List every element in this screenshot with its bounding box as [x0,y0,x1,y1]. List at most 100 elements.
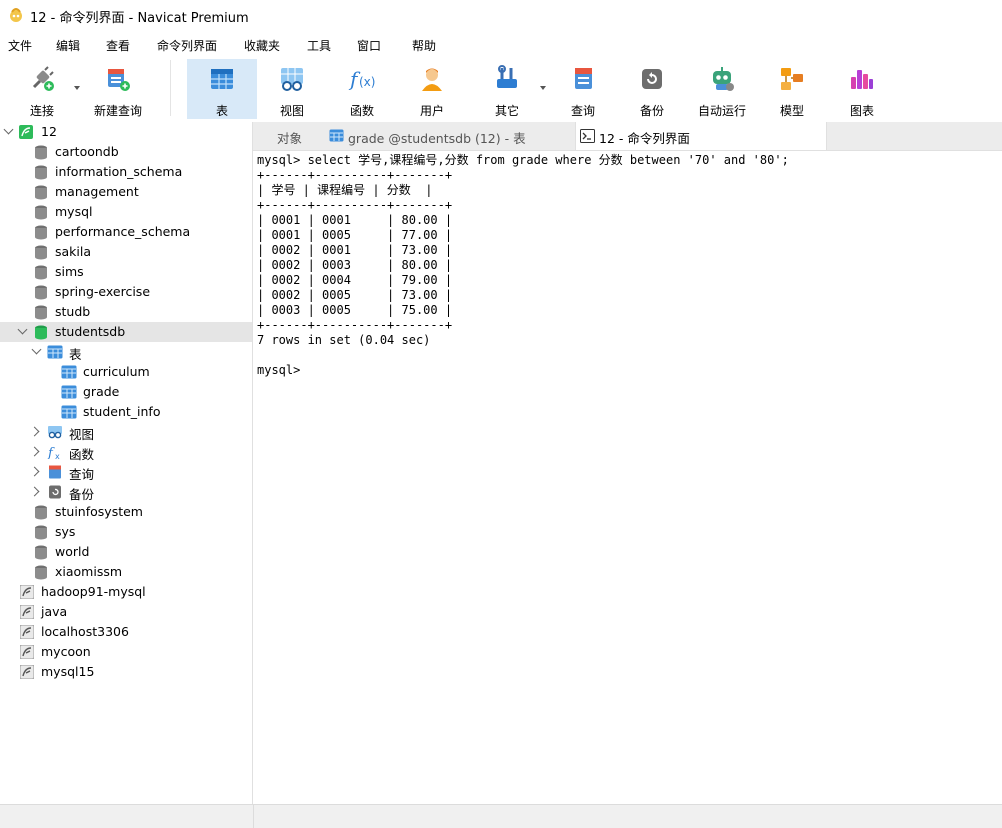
title-bar: 12 - 命令列界面 - Navicat Premium [0,0,1002,32]
tree-label: studb [55,304,91,319]
tree-db-6[interactable]: sims [0,262,252,282]
database-icon [35,525,47,540]
tree-table-2[interactable]: student_info [0,402,252,422]
tables-folder-icon [47,345,63,359]
tree-db-2[interactable]: management [0,182,252,202]
tree-label: 视图 [69,427,95,442]
tree-db-1[interactable]: information_schema [0,162,252,182]
menu-bar: 文件 编辑 查看 命令列界面 收藏夹 工具 窗口 帮助 [0,32,1002,56]
connect-label: 连接 [29,104,54,118]
tab-objects[interactable]: 对象 [253,122,323,150]
function-button[interactable]: f (x) 函数 [329,59,395,119]
tree-table-0[interactable]: curriculum [0,362,252,382]
console-line: | 0001 | 0005 | 77.00 | [257,228,453,242]
tree-label: 函数 [69,447,95,462]
menu-file[interactable]: 文件 [8,37,32,54]
tree-connection-4[interactable]: mysql15 [0,662,252,682]
tree-db-after-0[interactable]: stuinfosystem [0,502,252,522]
console-text[interactable]: mysql> select 学号,课程编号,分数 from grade wher… [257,153,789,378]
chevron-right-icon[interactable] [29,486,40,497]
tab-label: 12 - 命令列界面 [599,131,690,146]
view-icon [48,426,62,439]
tab-grade-table[interactable]: grade @studentsdb (12) - 表 [324,122,572,150]
table-button[interactable]: 表 [187,59,257,119]
chart-button[interactable]: 图表 [829,59,895,119]
query-button[interactable]: 查询 [550,59,616,119]
tree-db-3[interactable]: mysql [0,202,252,222]
tree-label: localhost3306 [41,624,129,639]
tree-folder-backups[interactable]: 备份 [0,482,252,502]
console-output[interactable]: mysql> select 学号,课程编号,分数 from grade wher… [253,151,1002,804]
tree-connection-12[interactable]: 12 [0,122,252,142]
menu-window[interactable]: 窗口 [357,37,381,54]
menu-tools[interactable]: 工具 [307,37,331,54]
chevron-right-icon[interactable] [29,466,40,477]
menu-edit[interactable]: 编辑 [56,37,80,54]
chevron-down-icon[interactable] [3,124,14,135]
tree-label: 备份 [69,487,95,502]
mysql-connection-icon [20,625,34,639]
status-bar [0,804,1002,828]
mysql-connection-active-icon [19,125,33,139]
tree-folder-views[interactable]: 视图 [0,422,252,442]
tree-db-studentsdb[interactable]: studentsdb [0,322,252,342]
chart-label: 图表 [849,104,874,118]
tree-label: sakila [55,244,92,259]
view-button[interactable]: 视图 [259,59,325,119]
menu-console[interactable]: 命令列界面 [157,37,217,54]
model-button[interactable]: 模型 [759,59,825,119]
tree-db-after-3[interactable]: xiaomissm [0,562,252,582]
backup-button[interactable]: 备份 [619,59,685,119]
console-line: | 学号 | 课程编号 | 分数 | [257,183,433,197]
backup-icon [642,69,662,89]
tab-label: grade @studentsdb (12) - 表 [348,131,526,146]
tree-folder-tables[interactable]: 表 [0,342,252,362]
menu-help[interactable]: 帮助 [412,37,436,54]
backup-label: 备份 [639,104,664,118]
table-label: 表 [215,104,228,118]
menu-view[interactable]: 查看 [106,37,130,54]
other-dropdown-icon[interactable] [540,86,546,90]
backup-icon [49,485,61,499]
plug-icon [32,66,54,91]
tree-label: curriculum [83,364,150,379]
tree-folder-functions[interactable]: f x 函数 [0,442,252,462]
tree-label: world [55,544,90,559]
tree-db-4[interactable]: performance_schema [0,222,252,242]
robot-icon [713,67,734,91]
database-icon [35,205,47,220]
query-icon [49,465,61,479]
new-query-button[interactable]: 新建查询 [85,59,151,119]
chevron-down-icon[interactable] [31,344,42,355]
connect-button[interactable]: 连接 [9,59,75,119]
view-label: 视图 [279,104,304,118]
console-icon [580,129,595,143]
table-icon [61,365,77,379]
tab-console[interactable]: 12 - 命令列界面 [575,122,827,150]
tree-connection-1[interactable]: java [0,602,252,622]
tree-db-7[interactable]: spring-exercise [0,282,252,302]
auto-run-button[interactable]: 自动运行 [689,59,755,119]
tree-folder-queries[interactable]: 查询 [0,462,252,482]
tree-connection-2[interactable]: localhost3306 [0,622,252,642]
function-icon: f x [47,446,60,459]
database-icon [35,185,47,200]
tree-connection-0[interactable]: hadoop91-mysql [0,582,252,602]
other-button[interactable]: 其它 [474,59,540,119]
tree-table-1[interactable]: grade [0,382,252,402]
tree-connection-3[interactable]: mycoon [0,642,252,662]
tree-db-after-2[interactable]: world [0,542,252,562]
menu-favorites[interactable]: 收藏夹 [244,37,280,54]
tree-db-0[interactable]: cartoondb [0,142,252,162]
tree-db-after-1[interactable]: sys [0,522,252,542]
chevron-right-icon[interactable] [29,426,40,437]
connect-dropdown-icon[interactable] [74,86,80,90]
tools-icon [497,65,517,88]
tree-db-5[interactable]: sakila [0,242,252,262]
chevron-right-icon[interactable] [29,446,40,457]
chevron-down-icon[interactable] [17,324,28,335]
tree-db-8[interactable]: studb [0,302,252,322]
console-line: 7 rows in set (0.04 sec) [257,333,431,347]
user-button[interactable]: 用户 [399,59,465,119]
svg-text:(x): (x) [359,75,375,89]
